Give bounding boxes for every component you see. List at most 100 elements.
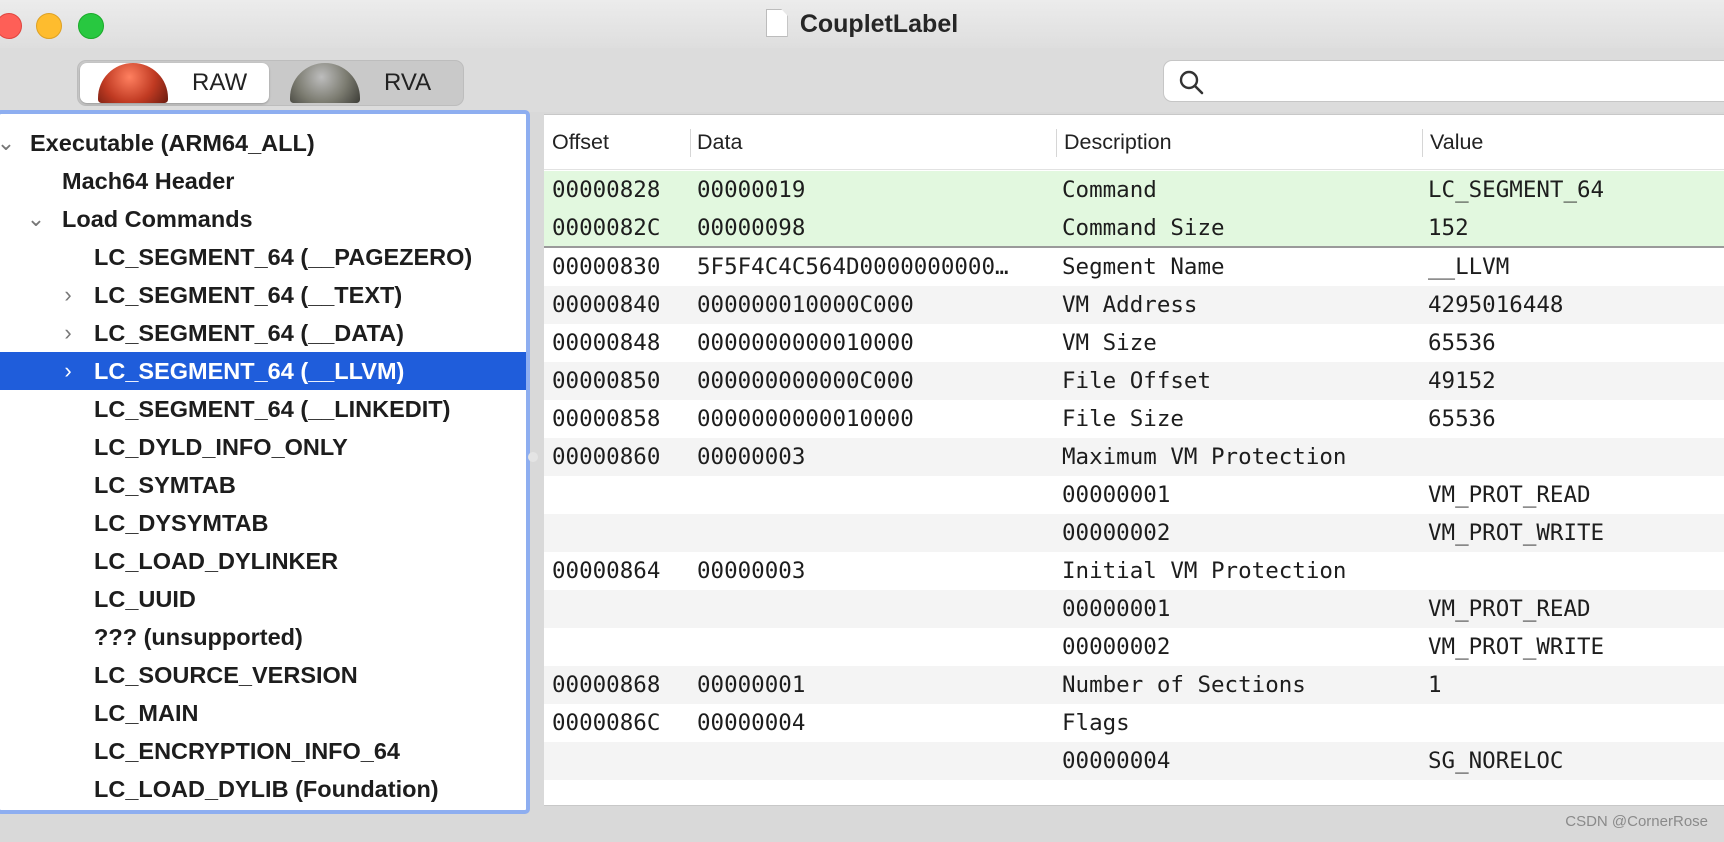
table-row[interactable]: 00000002 VM_PROT_WRITE [544, 514, 1724, 552]
description-cell: 00000002 [1062, 634, 1171, 660]
tree-item-uuid[interactable]: LC_UUID [0, 580, 526, 618]
tree-item-symtab[interactable]: LC_SYMTAB [0, 466, 526, 504]
window-title: CoupletLabel [799, 10, 959, 38]
offset-cell: 00000850 [552, 368, 661, 394]
table-row[interactable]: 00000848 0000000000010000 VM Size 65536 [544, 324, 1724, 362]
split-view-divider-handle[interactable] [528, 452, 538, 462]
data-cell: 00000003 [697, 444, 806, 470]
tree-item-label: LC_SEGMENT_64 (__LINKEDIT) [94, 396, 451, 422]
table-row[interactable]: 00000828 00000019 Command LC_SEGMENT_64 [544, 171, 1724, 209]
offset-cell: 00000868 [552, 672, 661, 698]
tree-item-label: Executable (ARM64_ALL) [30, 130, 315, 156]
tree-item-label: LC_ENCRYPTION_INFO_64 [94, 738, 401, 764]
tree-item-segment-linkedit[interactable]: LC_SEGMENT_64 (__LINKEDIT) [0, 390, 526, 428]
load-commands-tree: ⌄ Executable (ARM64_ALL) Mach64 Header ⌄… [0, 110, 530, 814]
chevron-right-icon[interactable]: › [58, 314, 78, 352]
value-cell: 4295016448 [1428, 292, 1564, 318]
description-cell: Number of Sections [1062, 672, 1306, 698]
data-cell: 00000003 [697, 558, 806, 584]
search-field[interactable] [1163, 60, 1724, 102]
table-row[interactable]: 00000868 00000001 Number of Sections 1 [544, 666, 1724, 704]
raw-mode-label: RAW [192, 69, 248, 96]
tree-item-source-version[interactable]: LC_SOURCE_VERSION [0, 656, 526, 694]
rva-mode-button[interactable]: RVA [272, 63, 461, 103]
tree-item-executable[interactable]: ⌄ Executable (ARM64_ALL) [0, 124, 526, 162]
description-cell: Flags [1062, 710, 1130, 736]
chevron-down-icon[interactable]: ⌄ [0, 124, 16, 162]
table-row[interactable]: 00000002 VM_PROT_WRITE [544, 628, 1724, 666]
tree-item-label: LC_UUID [94, 586, 196, 612]
tree-item-encryption-info[interactable]: LC_ENCRYPTION_INFO_64 [0, 732, 526, 770]
value-cell: 49152 [1428, 368, 1496, 394]
table-row[interactable]: 0000086C 00000004 Flags [544, 704, 1724, 742]
tree-item-label: LC_LOAD_DYLINKER [94, 548, 339, 574]
table-row[interactable]: 00000001 VM_PROT_READ [544, 476, 1724, 514]
table-row[interactable]: 0000082C 00000098 Command Size 152 [544, 209, 1724, 248]
tree-item-load-dylinker[interactable]: LC_LOAD_DYLINKER [0, 542, 526, 580]
data-cell: 000000000000C000 [697, 368, 914, 394]
description-cell: Maximum VM Protection [1062, 444, 1347, 470]
raw-mode-button[interactable]: RAW [80, 63, 269, 103]
tree-item-load-dylib-foundation[interactable]: LC_LOAD_DYLIB (Foundation) [0, 770, 526, 808]
column-header-data[interactable]: Data [697, 115, 742, 169]
table-row[interactable]: 00000864 00000003 Initial VM Protection [544, 552, 1724, 590]
tree-item-label: Mach64 Header [62, 168, 235, 194]
tree-item-mach64-header[interactable]: Mach64 Header [0, 162, 526, 200]
tree-item-unsupported[interactable]: ??? (unsupported) [0, 618, 526, 656]
chevron-down-icon[interactable]: ⌄ [26, 200, 46, 238]
value-cell: VM_PROT_WRITE [1428, 520, 1605, 546]
raw-mode-image-icon [98, 63, 168, 103]
table-row[interactable]: 00000830 5F5F4C4C564D0000000000… Segment… [544, 248, 1724, 286]
chevron-right-icon[interactable]: › [58, 352, 78, 390]
offset-cell: 00000864 [552, 558, 661, 584]
rva-mode-image-icon [290, 63, 360, 103]
tree-item-label: ??? (unsupported) [94, 624, 303, 650]
document-icon [765, 9, 788, 37]
tree-item-main[interactable]: LC_MAIN [0, 694, 526, 732]
offset-cell: 0000082C [552, 215, 661, 241]
tree-item-segment-pagezero[interactable]: LC_SEGMENT_64 (__PAGEZERO) [0, 238, 526, 276]
column-header-description[interactable]: Description [1064, 115, 1172, 169]
offset-cell: 00000840 [552, 292, 661, 318]
tree-item-dyld-info-only[interactable]: LC_DYLD_INFO_ONLY [0, 428, 526, 466]
table-row[interactable]: 00000840 000000010000C000 VM Address 429… [544, 286, 1724, 324]
data-cell: 00000098 [697, 215, 806, 241]
tree-item-label: LC_DYSYMTAB [94, 510, 269, 536]
table-row[interactable]: 00000850 000000000000C000 File Offset 49… [544, 362, 1724, 400]
description-cell: File Offset [1062, 368, 1212, 394]
value-cell: 65536 [1428, 330, 1496, 356]
table-header: Offset Data Description Value [544, 115, 1724, 170]
tree-item-dysymtab[interactable]: LC_DYSYMTAB [0, 504, 526, 542]
column-header-offset[interactable]: Offset [552, 115, 609, 169]
table-row[interactable]: 00000860 00000003 Maximum VM Protection [544, 438, 1724, 476]
data-cell: 00000001 [697, 672, 806, 698]
column-divider[interactable] [1422, 129, 1423, 157]
tree-item-label: LC_SOURCE_VERSION [94, 662, 358, 688]
value-cell: __LLVM [1428, 254, 1510, 280]
tree-item-label: LC_SEGMENT_64 (__LLVM) [94, 358, 405, 384]
tree-item-segment-text[interactable]: › LC_SEGMENT_64 (__TEXT) [0, 276, 526, 314]
table-row[interactable]: 00000001 VM_PROT_READ [544, 590, 1724, 628]
tree-item-segment-data[interactable]: › LC_SEGMENT_64 (__DATA) [0, 314, 526, 352]
tree-item-label: Load Commands [62, 206, 253, 232]
tree-item-label: LC_SEGMENT_64 (__PAGEZERO) [94, 244, 473, 270]
title-bar: CoupletLabel [0, 0, 1724, 48]
table-row[interactable]: 00000004 SG_NORELOC [544, 742, 1724, 780]
description-cell: Command Size [1062, 215, 1225, 241]
offset-cell: 00000848 [552, 330, 661, 356]
column-header-value[interactable]: Value [1430, 115, 1483, 169]
column-divider[interactable] [1056, 129, 1057, 157]
column-divider[interactable] [690, 129, 691, 157]
table-row[interactable]: 00000858 0000000000010000 File Size 6553… [544, 400, 1724, 438]
description-cell: 00000001 [1062, 482, 1171, 508]
value-cell: LC_SEGMENT_64 [1428, 177, 1605, 203]
rva-mode-label: RVA [384, 69, 432, 96]
tree-item-label: LC_SEGMENT_64 (__TEXT) [94, 282, 403, 308]
watermark: CSDN @CornerRose [1565, 813, 1708, 830]
tree-item-segment-llvm[interactable]: › LC_SEGMENT_64 (__LLVM) [0, 352, 526, 390]
data-cell: 0000000000010000 [697, 406, 914, 432]
tree-item-load-commands[interactable]: ⌄ Load Commands [0, 200, 526, 238]
description-cell: 00000002 [1062, 520, 1171, 546]
data-cell: 0000000000010000 [697, 330, 914, 356]
chevron-right-icon[interactable]: › [58, 276, 78, 314]
